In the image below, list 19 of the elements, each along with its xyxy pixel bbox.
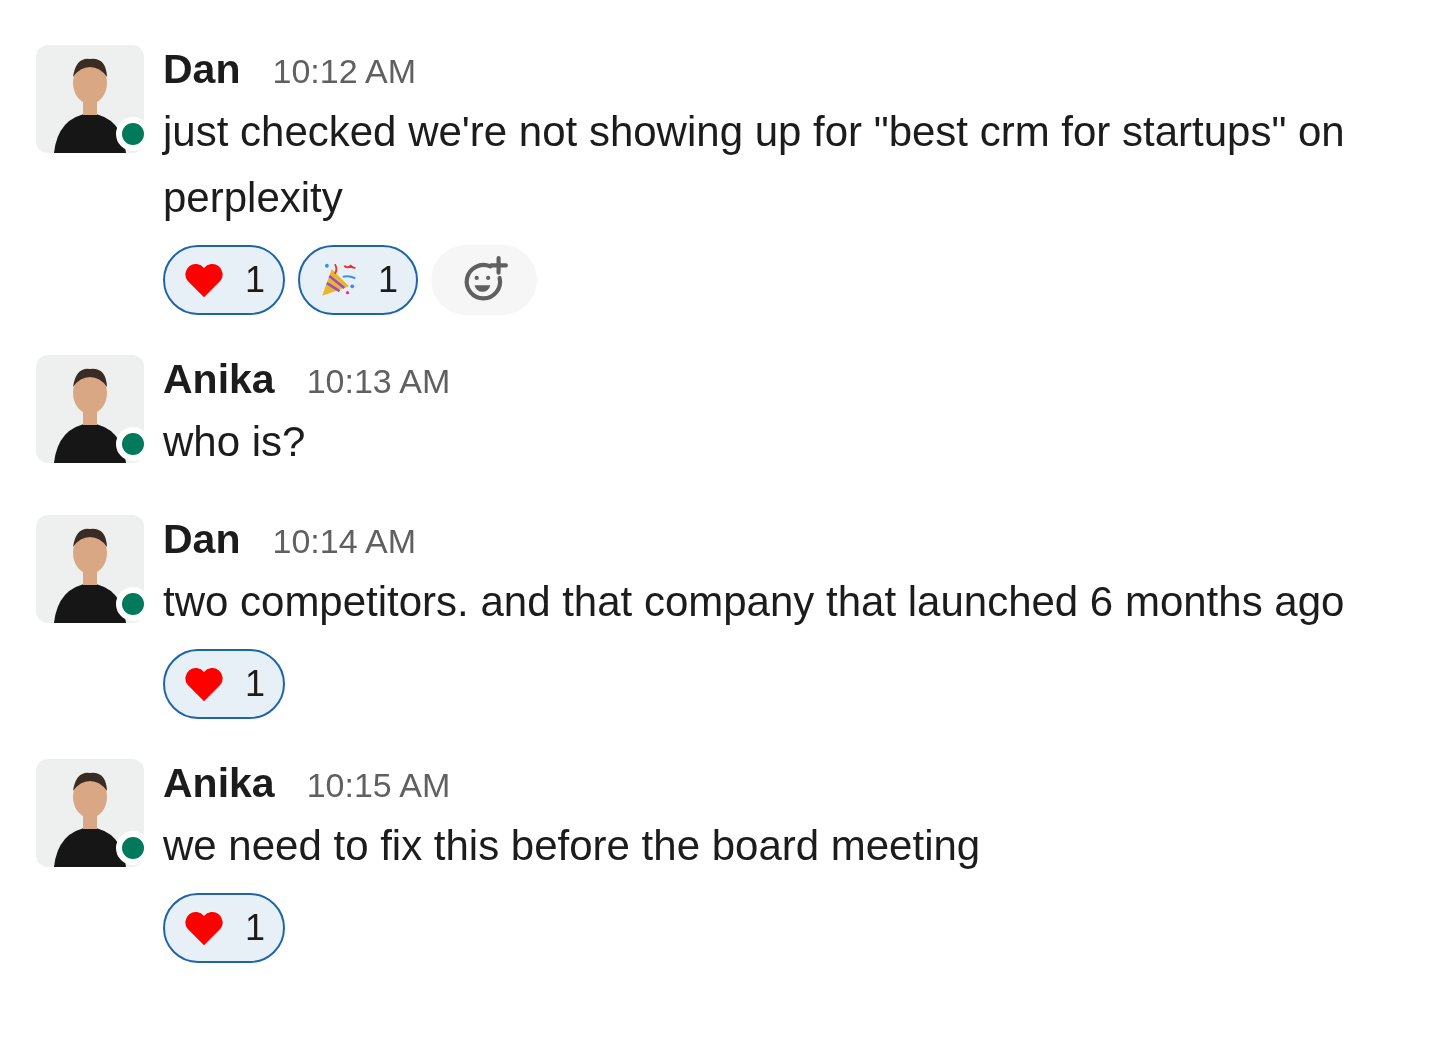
reaction-pill[interactable]: 1	[163, 893, 286, 963]
message-text: just checked we're not showing up for "best crm for startups" on perplexity	[163, 107, 1346, 223]
message-time[interactable]: 10:14 AM	[272, 516, 417, 567]
message-time[interactable]: 10:13 AM	[306, 356, 451, 407]
reaction-pill[interactable]: 1	[298, 245, 419, 315]
heart-icon	[183, 665, 225, 703]
author-name[interactable]: Anika	[163, 753, 275, 815]
message-text: we need to fix this before the board meeting	[163, 821, 982, 871]
message-text: two competitors. and that company that launched 6 months ago	[163, 577, 1346, 627]
reaction-pill[interactable]: 1	[163, 245, 286, 315]
author-name[interactable]: Anika	[163, 349, 275, 411]
author-name[interactable]: Dan	[163, 39, 241, 101]
message-time[interactable]: 10:12 AM	[272, 46, 417, 97]
message-time[interactable]: 10:15 AM	[306, 760, 451, 811]
reaction-pill[interactable]: 1	[163, 649, 286, 719]
heart-icon	[183, 909, 225, 947]
heart-icon	[183, 261, 225, 299]
author-name[interactable]: Dan	[163, 509, 241, 571]
message-text: who is?	[163, 417, 307, 467]
